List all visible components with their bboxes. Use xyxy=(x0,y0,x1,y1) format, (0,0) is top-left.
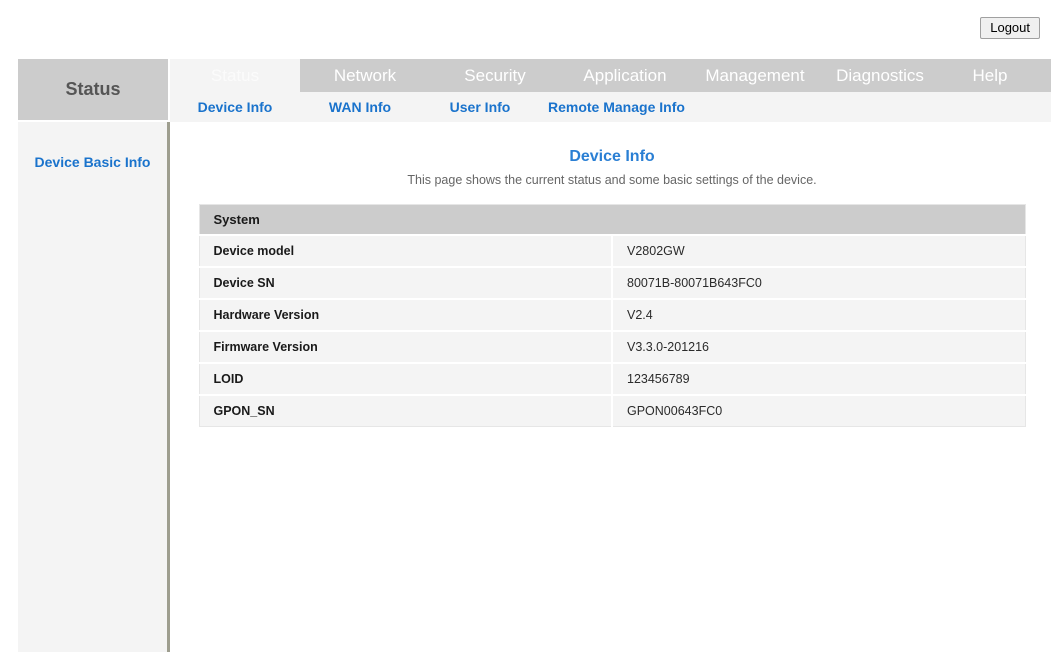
nav-item-diagnostics[interactable]: Diagnostics xyxy=(820,59,940,92)
table-row: Firmware VersionV3.3.0-201216 xyxy=(199,331,1025,363)
table-row: Device SN80071B-80071B643FC0 xyxy=(199,267,1025,299)
table-cell-label: Hardware Version xyxy=(199,299,612,331)
subnav-item-device-info[interactable]: Device Info xyxy=(170,92,300,122)
table-row: Device modelV2802GW xyxy=(199,235,1025,267)
table-cell-value: GPON00643FC0 xyxy=(612,395,1025,427)
nav-item-security[interactable]: Security xyxy=(430,59,560,92)
sidebar-header-status: Status xyxy=(18,59,168,120)
system-info-table: System Device modelV2802GWDevice SN80071… xyxy=(199,204,1026,427)
table-cell-value: V3.3.0-201216 xyxy=(612,331,1025,363)
top-bar: Logout xyxy=(0,0,1051,59)
page-subtitle: This page shows the current status and s… xyxy=(173,173,1051,187)
table-row: GPON_SNGPON00643FC0 xyxy=(199,395,1025,427)
nav-item-management[interactable]: Management xyxy=(690,59,820,92)
subnav-item-remote-manage-info[interactable]: Remote Manage Info xyxy=(540,92,728,122)
table-cell-value: 123456789 xyxy=(612,363,1025,395)
table-cell-value: V2802GW xyxy=(612,235,1025,267)
table-row: Hardware VersionV2.4 xyxy=(199,299,1025,331)
table-body: Device modelV2802GWDevice SN80071B-80071… xyxy=(199,235,1025,427)
subnav-item-wan-info[interactable]: WAN Info xyxy=(300,92,420,122)
table-section-header: System xyxy=(199,205,1025,236)
table-cell-label: Firmware Version xyxy=(199,331,612,363)
logout-button[interactable]: Logout xyxy=(980,17,1040,39)
table-cell-label: GPON_SN xyxy=(199,395,612,427)
table-row: LOID123456789 xyxy=(199,363,1025,395)
subnav-item-user-info[interactable]: User Info xyxy=(420,92,540,122)
table-cell-label: LOID xyxy=(199,363,612,395)
nav-item-status[interactable]: Status xyxy=(170,59,300,92)
table-cell-label: Device model xyxy=(199,235,612,267)
primary-nav-items: Status Network Security Application Mana… xyxy=(170,59,1051,92)
page-body: Device Basic Info Device Info This page … xyxy=(0,122,1051,652)
sidebar-item-device-basic-info[interactable]: Device Basic Info xyxy=(18,154,167,170)
secondary-nav-items: Device Info WAN Info User Info Remote Ma… xyxy=(170,92,728,122)
sidebar: Device Basic Info xyxy=(18,122,170,652)
nav-item-network[interactable]: Network xyxy=(300,59,430,92)
table-cell-label: Device SN xyxy=(199,267,612,299)
nav-item-help[interactable]: Help xyxy=(940,59,1040,92)
nav-item-application[interactable]: Application xyxy=(560,59,690,92)
table-header-row: System xyxy=(199,205,1025,236)
table-cell-value: 80071B-80071B643FC0 xyxy=(612,267,1025,299)
page-title: Device Info xyxy=(173,148,1051,166)
main-content: Device Info This page shows the current … xyxy=(173,122,1051,652)
table-cell-value: V2.4 xyxy=(612,299,1025,331)
